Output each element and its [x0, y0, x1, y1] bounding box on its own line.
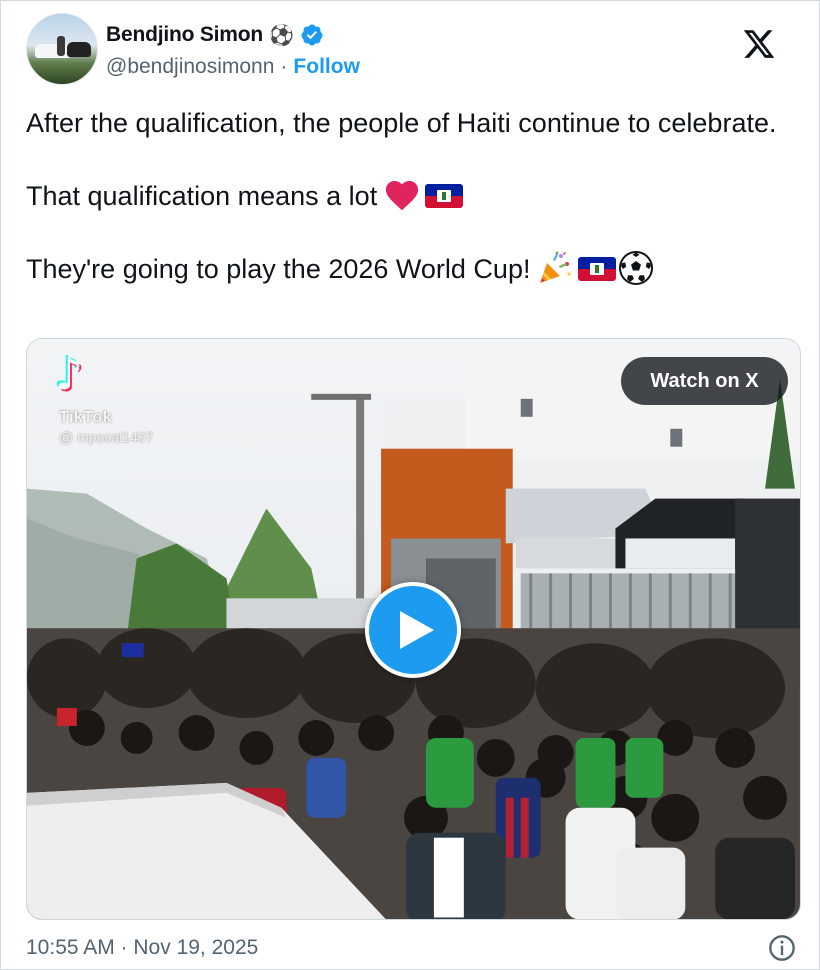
tweet-footer: 10:55 AM · Nov 19, 2025 — [26, 932, 801, 964]
tweet-line-2: That qualification means a lot — [26, 177, 796, 214]
x-logo-icon[interactable] — [742, 27, 776, 61]
play-button[interactable] — [365, 582, 461, 678]
heart-icon — [386, 181, 419, 211]
author-name-row: Bendjino Simon ⚽ — [106, 23, 324, 47]
tiktok-watermark-user: @ mpocal1407 — [59, 429, 154, 445]
tiktok-watermark: ♪ TikTok @ mpocal1407 — [49, 347, 169, 457]
handle-separator: · — [280, 55, 288, 78]
soccer-ball-icon — [619, 251, 654, 285]
tweet-timestamp[interactable]: 10:55 AM · Nov 19, 2025 — [26, 936, 258, 960]
author-display-name[interactable]: Bendjino Simon — [106, 23, 263, 47]
tiktok-logo-icon: ♪ — [55, 349, 84, 400]
video-media[interactable]: ♪ TikTok @ mpocal1407 Watch on X — [26, 338, 801, 920]
tweet-text: After the qualification, the people of H… — [26, 105, 796, 287]
tiktok-watermark-app: TikTok — [59, 409, 113, 426]
soccer-ball-emoji: ⚽ — [269, 23, 294, 47]
play-icon — [400, 611, 434, 649]
author-avatar[interactable] — [26, 13, 98, 85]
author-handle[interactable]: @bendjinosimonn — [106, 55, 274, 79]
party-popper-icon — [540, 251, 572, 283]
tweet-header: Bendjino Simon ⚽ @bendjinosimonn · Follo… — [26, 13, 796, 87]
haiti-flag-icon — [425, 184, 464, 208]
verified-badge-icon — [301, 24, 323, 46]
tweet-line-3: They're going to play the 2026 World Cup… — [26, 250, 796, 287]
follow-button[interactable]: Follow — [293, 55, 360, 79]
info-icon[interactable] — [768, 934, 796, 962]
author-handle-row: @bendjinosimonn · Follow — [106, 55, 360, 79]
watch-on-x-button[interactable]: Watch on X — [621, 357, 788, 405]
tweet-card: Bendjino Simon ⚽ @bendjinosimonn · Follo… — [0, 0, 820, 970]
tweet-line-2-text: That qualification means a lot — [26, 181, 378, 211]
tweet-line-1: After the qualification, the people of H… — [26, 108, 777, 138]
haiti-flag-icon-2 — [578, 257, 617, 281]
tweet-line-3-text: They're going to play the 2026 World Cup… — [26, 254, 531, 284]
